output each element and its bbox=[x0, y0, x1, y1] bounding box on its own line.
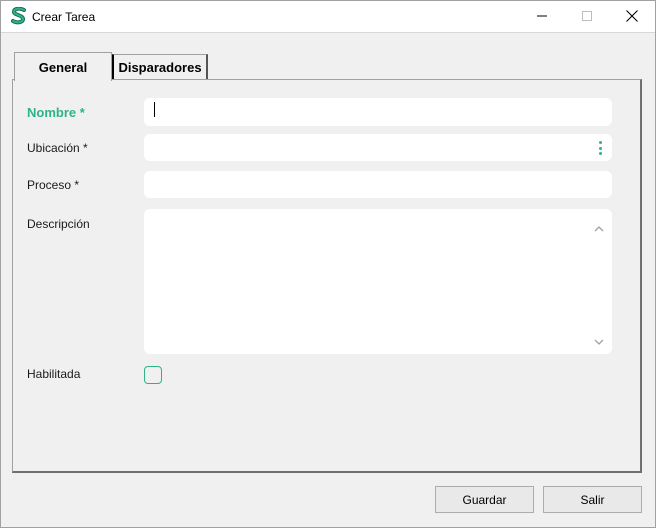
text-cursor bbox=[154, 102, 155, 117]
maximize-icon bbox=[582, 10, 592, 24]
scroll-down-icon[interactable] bbox=[594, 335, 604, 349]
window-title: Crear Tarea bbox=[32, 10, 96, 24]
scroll-up-icon[interactable] bbox=[594, 221, 604, 235]
enabled-checkbox[interactable] bbox=[144, 366, 162, 384]
close-button[interactable] bbox=[609, 1, 655, 33]
tab-disparadores[interactable]: Disparadores bbox=[112, 54, 208, 79]
kebab-menu-icon[interactable] bbox=[598, 141, 602, 155]
tab-general[interactable]: General bbox=[14, 52, 112, 81]
close-icon bbox=[626, 9, 638, 25]
description-scrollbar[interactable] bbox=[592, 217, 606, 345]
location-input[interactable] bbox=[144, 134, 612, 161]
process-input[interactable] bbox=[144, 171, 612, 198]
app-logo-icon bbox=[10, 6, 28, 27]
name-input[interactable] bbox=[144, 98, 612, 126]
minimize-button[interactable] bbox=[519, 1, 565, 33]
save-button[interactable]: Guardar bbox=[435, 486, 534, 513]
dialog-window: Crear Tarea General Disparadores Nombre … bbox=[0, 0, 656, 528]
exit-button[interactable]: Salir bbox=[543, 486, 642, 513]
description-textarea[interactable] bbox=[144, 209, 612, 354]
minimize-icon bbox=[537, 10, 547, 24]
title-bar: Crear Tarea bbox=[1, 1, 655, 33]
maximize-button[interactable] bbox=[564, 1, 610, 33]
